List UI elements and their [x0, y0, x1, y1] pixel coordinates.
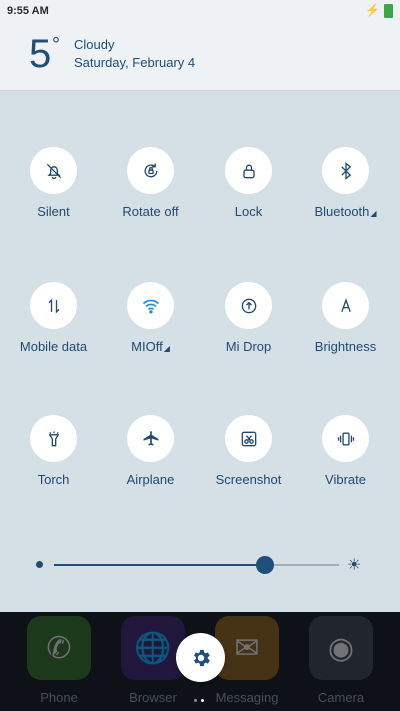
status-bar: 9:55 AM ⚡ — [0, 0, 400, 22]
toggle-bluetooth[interactable]: Bluetooth◢ — [297, 147, 394, 219]
slider-thumb[interactable] — [255, 556, 274, 574]
toggle-label: MIOff◢ — [131, 339, 170, 354]
toggle-torch[interactable]: Torch — [5, 415, 102, 487]
weather-condition: Cloudy — [74, 37, 115, 52]
brightness-max-icon: ☀ — [347, 557, 362, 574]
app-camera[interactable]: ◉ Camera — [306, 616, 376, 705]
envelope-icon: ✉ — [215, 616, 279, 680]
toggle-label: Lock — [234, 204, 263, 219]
expand-caret-icon: ◢ — [163, 344, 170, 353]
weather-card[interactable]: 5 ° Cloudy Saturday, February 4 — [0, 22, 400, 91]
toggle-mobile-data[interactable]: Mobile data — [5, 282, 102, 354]
camera-icon: ◉ — [309, 616, 373, 680]
toggle-label: Torch — [37, 472, 70, 487]
app-label: Browser — [129, 690, 177, 705]
toggle-label: Bluetooth◢ — [314, 204, 377, 219]
mobile-data-icon — [30, 282, 77, 329]
bluetooth-icon — [322, 147, 369, 194]
toggle-brightness[interactable]: Brightness — [297, 282, 394, 354]
app-label: Messaging — [215, 690, 279, 705]
brightness-slider[interactable]: ☀ — [0, 555, 400, 575]
toggle-label: Vibrate — [325, 472, 366, 487]
screenshot-icon — [225, 415, 272, 462]
vibrate-icon — [322, 415, 369, 462]
mi-drop-icon — [225, 282, 272, 329]
toggle-lock[interactable]: Lock — [200, 147, 297, 219]
torch-icon — [30, 415, 77, 462]
toggle-label: Screenshot — [215, 472, 282, 487]
lock-icon — [225, 147, 272, 194]
toggle-label: Airplane — [126, 472, 175, 487]
app-label: Phone — [40, 690, 78, 705]
settings-button[interactable] — [176, 633, 225, 682]
expand-caret-icon: ◢ — [370, 209, 377, 218]
charging-icon: ⚡ — [365, 3, 380, 17]
toggle-vibrate[interactable]: Vibrate — [297, 415, 394, 487]
phone-icon: ✆ — [27, 616, 91, 680]
weather-temperature: 5 — [29, 32, 52, 76]
toggle-rotate[interactable]: Rotate off — [102, 147, 199, 219]
toggle-screenshot[interactable]: Screenshot — [200, 415, 297, 487]
toggle-wifi[interactable]: MIOff◢ — [102, 282, 199, 354]
gear-icon — [193, 649, 210, 666]
airplane-icon — [127, 415, 174, 462]
toggle-label: Brightness — [314, 339, 377, 354]
toggle-silent[interactable]: Silent — [5, 147, 102, 219]
toggle-label: Rotate off — [122, 204, 179, 219]
toggle-mi-drop[interactable]: Mi Drop — [200, 282, 297, 354]
rotate-lock-icon — [127, 147, 174, 194]
brightness-auto-icon — [322, 282, 369, 329]
globe-icon: 🌐 — [121, 616, 185, 680]
status-time: 9:55 AM — [7, 5, 49, 17]
toggle-airplane[interactable]: Airplane — [102, 415, 199, 487]
battery-icon — [384, 4, 393, 18]
toggle-label: Mobile data — [19, 339, 88, 354]
brightness-min-icon — [36, 561, 43, 568]
page-dot-active — [201, 699, 204, 702]
page-indicator — [194, 689, 208, 707]
toggle-label: Mi Drop — [225, 339, 272, 354]
bell-off-icon — [30, 147, 77, 194]
page-dot — [194, 699, 197, 702]
weather-degree: ° — [52, 34, 60, 56]
app-phone[interactable]: ✆ Phone — [24, 616, 94, 705]
toggle-label: Silent — [37, 204, 70, 219]
app-label: Camera — [317, 690, 365, 705]
slider-fill — [54, 564, 265, 566]
wifi-icon — [127, 282, 174, 329]
weather-date: Saturday, February 4 — [74, 55, 196, 70]
